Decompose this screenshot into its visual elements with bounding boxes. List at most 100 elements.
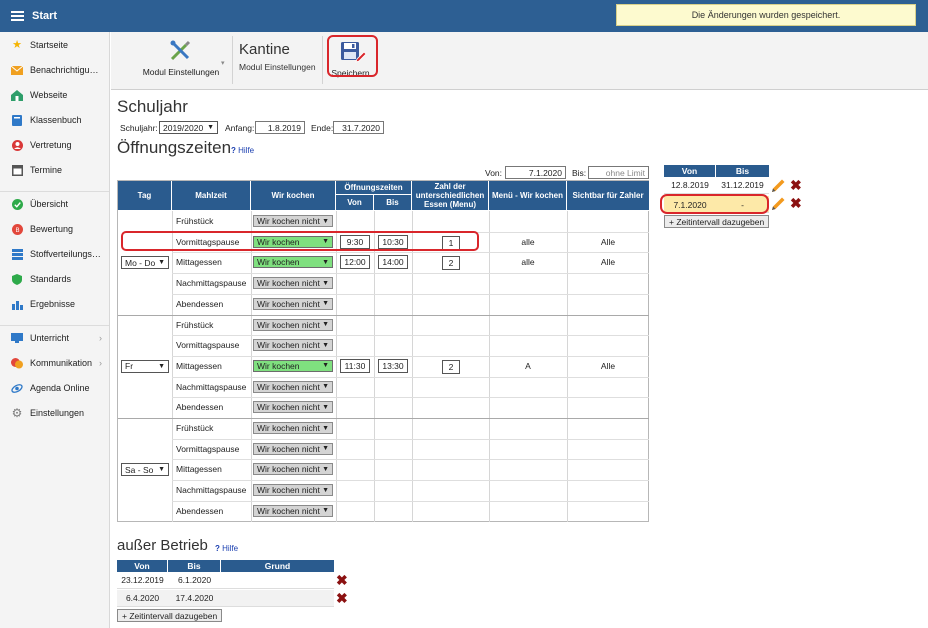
sidebar-item-vertretung[interactable]: Vertretung [0,135,109,155]
help-link[interactable]: ? Hilfe [231,146,254,155]
cooking-status-select[interactable]: Wir kochen nicht ▼ [253,339,333,352]
sidebar-item-benachrichtigungen[interactable]: Benachrichtigungen [0,60,109,80]
col-oeffnungszeiten: Öffnungszeiten [336,181,412,195]
sidebar-item-label: Kommunikation [30,358,93,368]
visible-for-payer[interactable]: Alle [567,257,649,267]
sidebar-item-uebersicht[interactable]: Übersicht [0,191,109,216]
cooking-status-select[interactable]: Wir kochen nicht ▼ [253,504,333,517]
edit-pencil-icon[interactable] [770,196,786,212]
sidebar-item-unterricht[interactable]: Unterricht › [0,325,109,350]
app-title: Start [32,10,58,22]
cooking-status-select[interactable]: Wir kochen nicht ▼ [253,380,333,393]
delete-icon[interactable]: ✖ [336,591,348,605]
meal-name: Vormittagspause [176,443,240,454]
anfang-field[interactable]: 1.8.2019 [255,121,305,134]
sidebar-item-label: Benachrichtigungen [30,65,102,75]
cooking-status-select[interactable]: Wir kochen nicht ▼ [253,277,333,290]
schuljahr-label: Schuljahr: [120,123,158,133]
sidebar-item-webseite[interactable]: Webseite [0,85,109,105]
chevron-down-icon: ▼ [158,259,165,267]
bis-time-field[interactable]: 13:30 [378,358,408,373]
sidebar-item-label: Unterricht [30,333,70,343]
visible-for-payer[interactable]: Alle [567,361,649,371]
help-link[interactable]: ? Hilfe [215,544,238,553]
cooking-status-value: Wir kochen nicht [257,319,320,330]
menu-icon[interactable] [11,11,24,21]
ende-field[interactable]: 31.7.2020 [333,121,384,134]
ausser-col-von: Von [117,560,168,572]
stack-icon [11,248,23,260]
col-wir-kochen: Wir kochen [251,181,336,211]
schuljahr-select[interactable]: 2019/2020 ▼ [159,121,218,134]
sidebar-item-label: Stoffverteilungsplan [30,249,102,259]
ausser-row-1-grund[interactable] [221,572,334,589]
cooking-status-value: Wir kochen nicht [257,464,320,475]
shield-icon [11,273,23,285]
sidebar-item-startseite[interactable]: ★ Startseite [0,35,109,55]
menu-count-field[interactable]: 2 [442,359,460,374]
visible-for-payer[interactable]: Alle [567,237,649,247]
bis-time-field[interactable]: 14:00 [378,255,408,270]
cooking-status-select[interactable]: Wir kochen nicht ▼ [253,318,333,331]
sidebar-item-label: Einstellungen [30,408,85,418]
von-date-field[interactable]: 7.1.2020 [505,166,566,179]
modul-einstellungen-button[interactable]: Modul Einstellungen [129,36,233,84]
menu-value[interactable]: alle [489,237,567,247]
bis-date-field[interactable]: ohne Limit [588,166,649,179]
sidebar-item-termine[interactable]: Termine [0,160,109,180]
help-link-label: Hilfe [222,544,239,553]
sidebar-item-bewertung[interactable]: B Bewertung [0,219,109,239]
von-time-field[interactable]: 12:00 [340,255,370,270]
delete-icon[interactable]: ✖ [790,178,802,192]
interval-row-1-von[interactable]: 12.8.2019 [664,177,716,194]
cooking-status-select[interactable]: Wir kochen ▼ [253,359,333,372]
sidebar-item-standards[interactable]: Standards [0,269,109,289]
sidebar-item-ergebnisse[interactable]: Ergebnisse [0,294,109,314]
delete-icon[interactable]: ✖ [336,573,348,587]
dropdown-arrow-icon[interactable]: ▾ [221,59,225,67]
day-select-value: Mo - Do [125,257,156,268]
col-zahl: Zahl der unterschiedlichen Essen (Menu) [412,181,489,211]
cooking-status-select[interactable]: Wir kochen nicht ▼ [253,463,333,476]
cooking-status-select[interactable]: Wir kochen nicht ▼ [253,297,333,310]
ausser-row-1-bis[interactable]: 6.1.2020 [168,572,221,589]
help-icon: ? [231,146,236,155]
sidebar-item-kommunikation[interactable]: Kommunikation › [0,353,109,373]
add-ausser-interval-button[interactable]: + Zeitintervall dazugeben [117,609,223,622]
sidebar-item-stoffverteilungsplan[interactable]: Stoffverteilungsplan [0,244,109,264]
cooking-status-value: Wir kochen nicht [257,278,320,289]
chevron-down-icon: ▼ [322,258,329,266]
menu-value[interactable]: alle [489,257,567,267]
menu-count-field[interactable]: 2 [442,256,460,271]
sidebar-item-label: Webseite [30,90,68,100]
star-icon: ★ [12,38,22,51]
cooking-status-select[interactable]: Wir kochen nicht ▼ [253,215,333,227]
cooking-status-select[interactable]: Wir kochen ▼ [253,256,333,269]
von-time-field[interactable]: 11:30 [340,358,370,373]
menu-value[interactable]: A [489,361,567,371]
interval-row-1-bis[interactable]: 31.12.2019 [716,177,769,194]
chevron-down-icon: ▼ [322,300,329,308]
add-interval-button[interactable]: + Zeitintervall dazugeben [664,215,770,228]
row-highlight [121,231,479,251]
sidebar-item-agenda-online[interactable]: Agenda Online [0,378,109,398]
sidebar-item-einstellungen[interactable]: ⚙ Einstellungen [0,403,109,423]
ausser-col-bis: Bis [168,560,221,572]
chevron-down-icon: ▼ [322,341,329,349]
chevron-down-icon: ▼ [322,445,329,453]
cooking-status-select[interactable]: Wir kochen nicht ▼ [253,422,333,434]
help-link-label: Hilfe [238,146,255,155]
sidebar-item-klassenbuch[interactable]: Klassenbuch [0,110,109,130]
ausser-row-2-bis[interactable]: 17.4.2020 [168,590,221,607]
edit-pencil-icon[interactable] [770,178,786,194]
ausser-row-2-grund[interactable] [221,590,334,607]
cooking-status-select[interactable]: Wir kochen nicht ▼ [253,442,333,455]
ausser-row-1-von[interactable]: 23.12.2019 [117,572,168,589]
day-select[interactable]: Fr ▼ [121,359,169,373]
delete-icon[interactable]: ✖ [790,196,802,210]
day-select[interactable]: Mo - Do ▼ [121,256,169,270]
day-select[interactable]: Sa - So ▼ [121,463,169,477]
cooking-status-select[interactable]: Wir kochen nicht ▼ [253,401,333,414]
cooking-status-select[interactable]: Wir kochen nicht ▼ [253,484,333,497]
ausser-row-2-von[interactable]: 6.4.2020 [117,590,168,607]
